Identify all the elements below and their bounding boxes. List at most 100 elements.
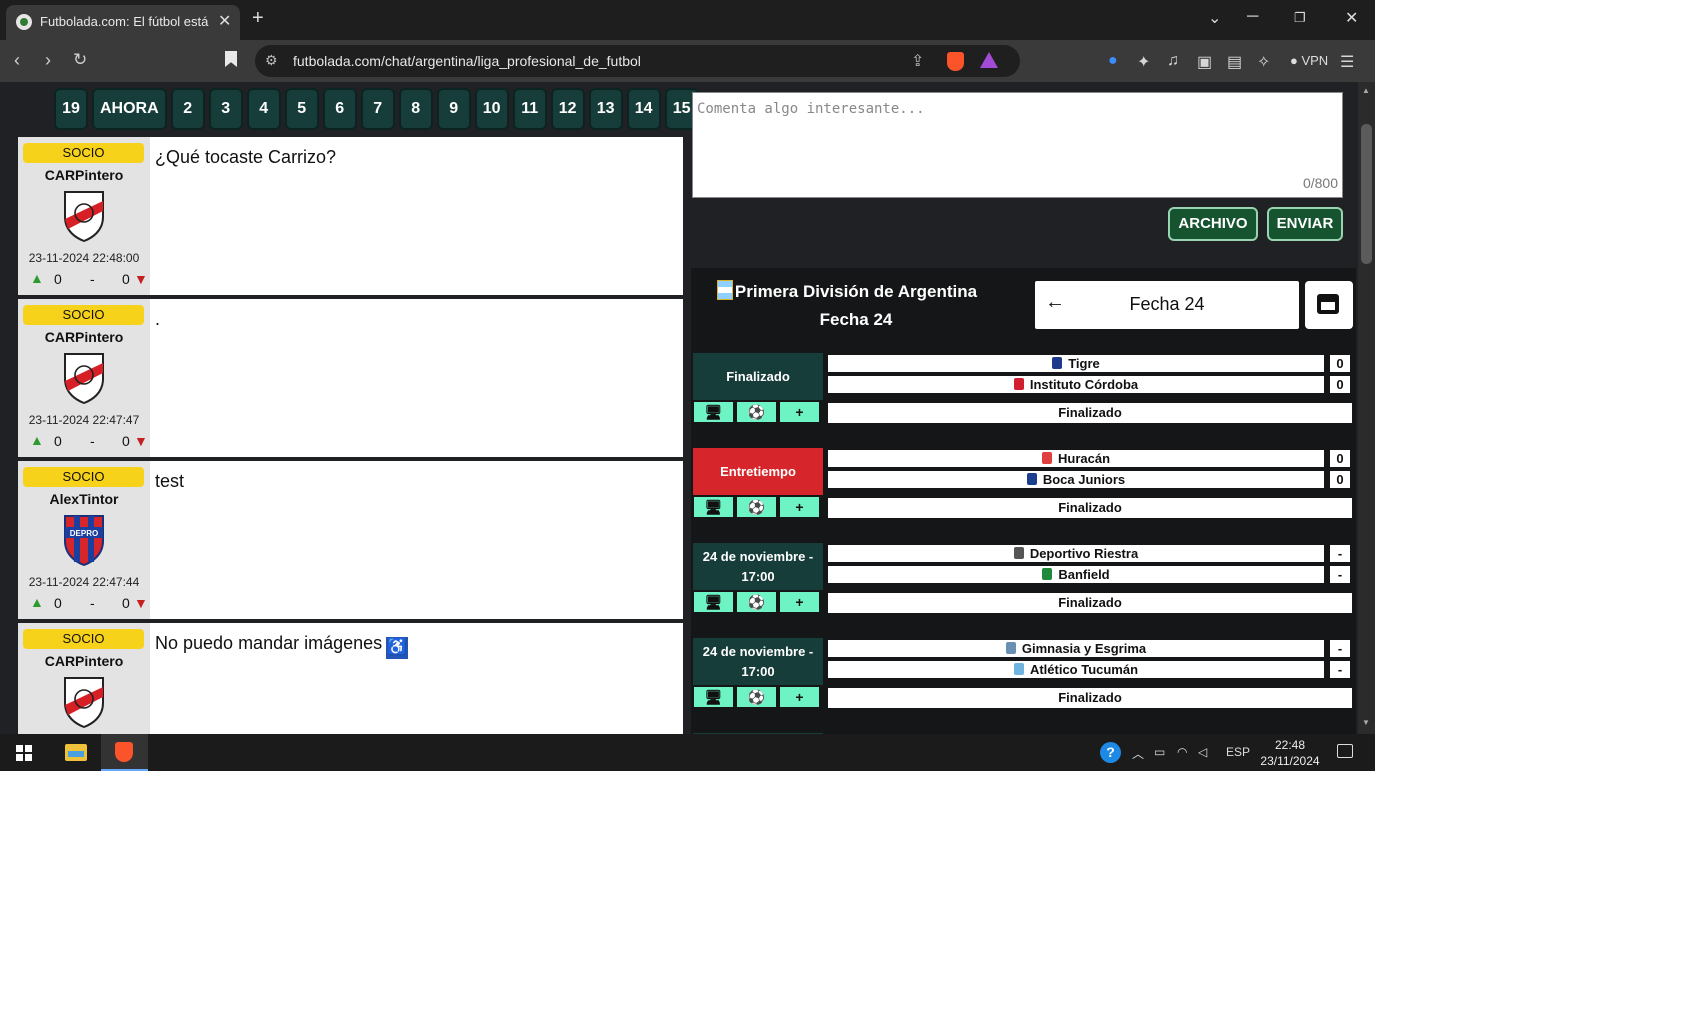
page-button[interactable]: 11 <box>512 88 547 130</box>
home-score: 0 <box>1328 448 1352 469</box>
wifi-icon[interactable]: ◠ <box>1177 745 1187 759</box>
vpn-button[interactable]: ● VPN <box>1290 53 1328 68</box>
window-close-icon[interactable]: ✕ <box>1345 8 1358 28</box>
thumbs-down-icon[interactable]: ▼ <box>134 433 148 449</box>
member-badge: SOCIO <box>23 305 144 325</box>
page-button[interactable]: 8 <box>398 88 433 130</box>
thumbs-up-icon[interactable]: ▲ <box>30 432 44 448</box>
comment-box[interactable]: Comenta algo interesante... 0/800 <box>692 92 1343 198</box>
language-indicator[interactable]: ESP <box>1226 745 1250 759</box>
brave-rewards-icon[interactable] <box>980 52 998 68</box>
thumbs-down-icon[interactable]: ▼ <box>134 595 148 611</box>
volume-icon[interactable]: ◁ <box>1198 745 1207 759</box>
file-button[interactable]: ARCHIVO <box>1168 207 1258 241</box>
leo-ai-icon[interactable]: ✧ <box>1257 52 1270 72</box>
menu-icon[interactable]: ☰ <box>1340 52 1354 72</box>
page-button[interactable]: 14 <box>626 88 661 130</box>
page-button[interactable]: 3 <box>208 88 243 130</box>
page-button[interactable]: 2 <box>170 88 205 130</box>
page-button[interactable]: 7 <box>360 88 395 130</box>
extension-s-icon[interactable]: ● <box>1108 52 1118 70</box>
ball-icon[interactable]: ⚽ <box>736 401 777 423</box>
browser-tab[interactable]: Futbolada.com: El fútbol está en ✕ <box>6 5 240 40</box>
scroll-down-icon[interactable]: ▼ <box>1362 718 1370 727</box>
tv-icon[interactable]: 🖥 <box>693 401 734 423</box>
forward-icon[interactable]: › <box>45 50 51 71</box>
reload-icon[interactable]: ↻ <box>73 50 87 70</box>
calendar-button[interactable] <box>1305 281 1353 329</box>
away-team[interactable]: Instituto Córdoba <box>826 374 1326 395</box>
url-text[interactable]: futbolada.com/chat/argentina/liga_profes… <box>293 53 641 69</box>
tray-chevron-icon[interactable]: ︿ <box>1132 745 1144 762</box>
battery-icon[interactable]: ▭ <box>1154 745 1165 759</box>
scroll-thumb[interactable] <box>1361 124 1372 264</box>
tv-icon[interactable]: 🖥 <box>693 686 734 708</box>
page-button[interactable]: 9 <box>436 88 471 130</box>
username[interactable]: CARPintero <box>18 329 150 345</box>
home-team[interactable]: Gimnasia y Esgrima <box>826 638 1326 659</box>
username[interactable]: CARPintero <box>18 653 150 669</box>
sidebar-icon[interactable]: ▣ <box>1197 52 1212 72</box>
match-card[interactable]: 24 de noviembre - 17:00 Gimnasia y Esgrim… <box>691 638 1356 716</box>
page-button[interactable]: AHORA <box>92 88 167 130</box>
bookmark-icon[interactable] <box>225 51 237 67</box>
home-team[interactable]: Tigre <box>826 353 1326 374</box>
media-icon[interactable]: ♫ <box>1167 52 1179 70</box>
message-author-panel: SOCIO AlexTintor DEPRO 23-11-2024 22:47:44 ▲… <box>18 461 150 619</box>
scroll-up-icon[interactable]: ▲ <box>1362 86 1370 95</box>
home-team[interactable]: Huracán <box>826 448 1326 469</box>
tv-icon[interactable]: 🖥 <box>693 496 734 518</box>
vote-separator: - <box>90 271 95 287</box>
new-tab-icon[interactable]: + <box>252 7 264 30</box>
minimize-icon[interactable]: ─ <box>1247 8 1258 26</box>
site-info-icon[interactable]: ⚙ <box>265 52 278 69</box>
thumbs-up-icon[interactable]: ▲ <box>30 594 44 610</box>
home-team[interactable]: Deportivo Riestra <box>826 543 1326 564</box>
page-button[interactable]: 19 <box>54 88 88 130</box>
clock[interactable]: 22:48 23/11/2024 <box>1255 737 1325 769</box>
brave-taskbar-button[interactable] <box>101 734 148 771</box>
plus-icon[interactable]: + <box>779 496 820 518</box>
address-bar[interactable]: ⚙ futbolada.com/chat/argentina/liga_prof… <box>255 45 1020 77</box>
brave-shields-icon[interactable] <box>947 52 964 71</box>
match-card[interactable]: 24 de noviembre - 17:00 Deportivo Riestra… <box>691 543 1356 621</box>
windows-start-icon[interactable] <box>16 745 32 761</box>
file-explorer-icon[interactable] <box>65 744 87 761</box>
page-scrollbar[interactable]: ▲ ▼ <box>1358 82 1375 734</box>
help-icon[interactable]: ? <box>1100 742 1121 763</box>
notifications-icon[interactable] <box>1337 744 1353 758</box>
plus-icon[interactable]: + <box>779 686 820 708</box>
tab-close-icon[interactable]: ✕ <box>218 11 231 31</box>
tab-search-chevron-icon[interactable]: ⌄ <box>1208 8 1221 28</box>
message-author-panel: SOCIOCARPintero23-11-2024 22:47:37▲0-0▼ <box>18 623 150 734</box>
maximize-icon[interactable]: ❐ <box>1294 10 1306 26</box>
send-button[interactable]: ENVIAR <box>1267 207 1343 241</box>
ball-icon[interactable]: ⚽ <box>736 591 777 613</box>
page-button[interactable]: 6 <box>322 88 357 130</box>
page-button[interactable]: 13 <box>588 88 623 130</box>
back-icon[interactable]: ‹ <box>14 50 20 71</box>
away-team[interactable]: Atlético Tucumán <box>826 659 1326 680</box>
ball-icon[interactable]: ⚽ <box>736 496 777 518</box>
share-icon[interactable]: ⇪ <box>911 51 924 71</box>
thumbs-down-icon[interactable]: ▼ <box>134 271 148 287</box>
page-button[interactable]: 5 <box>284 88 319 130</box>
page-button[interactable]: 10 <box>474 88 509 130</box>
page-button[interactable]: 12 <box>550 88 585 130</box>
username[interactable]: CARPintero <box>18 167 150 183</box>
extensions-puzzle-icon[interactable]: ✦ <box>1137 52 1150 72</box>
username[interactable]: AlexTintor <box>18 491 150 507</box>
team-name: Huracán <box>1057 451 1111 466</box>
tv-icon[interactable]: 🖥 <box>693 591 734 613</box>
thumbs-up-icon[interactable]: ▲ <box>30 270 44 286</box>
ball-icon[interactable]: ⚽ <box>736 686 777 708</box>
away-team[interactable]: Banfield <box>826 564 1326 585</box>
wallet-icon[interactable]: ▤ <box>1227 52 1242 72</box>
away-team[interactable]: Boca Juniors <box>826 469 1326 490</box>
plus-icon[interactable]: + <box>779 591 820 613</box>
match-card[interactable]: Entretiempo Huracán 0 Boca Juniors 0 🖥 ⚽ + Final… <box>691 448 1356 526</box>
plus-icon[interactable]: + <box>779 401 820 423</box>
match-card[interactable]: Finalizado Tigre 0 Instituto Córdoba 0 🖥 ⚽ + Fin… <box>691 353 1356 431</box>
page-button[interactable]: 4 <box>246 88 281 130</box>
round-selector[interactable]: ← Fecha 24 <box>1035 281 1299 329</box>
